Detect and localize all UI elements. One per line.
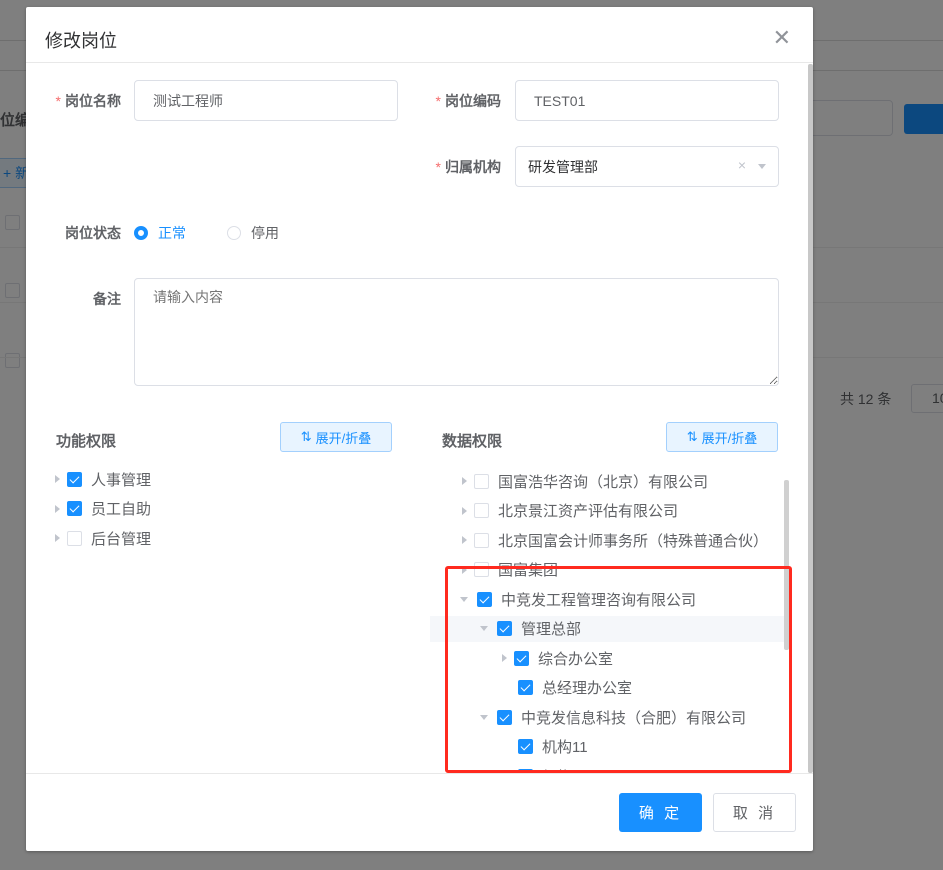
data-expand-button[interactable]: ⇅ 展开/折叠 <box>666 422 778 452</box>
node-label: 员工自助 <box>91 501 152 518</box>
sort-icon: ⇅ <box>686 429 698 444</box>
node-label: 北京景江资产评估有限公司 <box>498 503 679 520</box>
toggle-label: 展开/折叠 <box>315 430 372 446</box>
node-label: 国富浩华咨询（北京）有限公司 <box>498 473 709 491</box>
edit-post-dialog: 修改岗位 ✕ * 岗位名称 测试工程师 * 岗位编码 TEST01 * 归属机构 研发… <box>26 7 813 851</box>
checkbox[interactable] <box>67 471 82 487</box>
remark-textarea[interactable] <box>134 278 779 386</box>
status-label: 岗位状态 <box>65 225 121 241</box>
tree-node[interactable]: 北京国富会计师事务所（特殊普通合伙） <box>460 527 768 553</box>
checkbox[interactable] <box>474 503 489 518</box>
radio-icon <box>227 226 241 240</box>
caret-right-icon[interactable] <box>55 475 60 483</box>
checkbox[interactable] <box>474 473 489 489</box>
caret-right-icon[interactable] <box>462 536 467 544</box>
radio-label: 正常 <box>158 225 186 241</box>
remark-label: 备注 <box>93 291 121 307</box>
tree-node[interactable]: 员工自助 <box>53 496 151 522</box>
post-name-value: 测试工程师 <box>153 92 223 109</box>
caret-right-icon[interactable] <box>462 506 467 515</box>
org-label: 归属机构 <box>445 159 501 175</box>
confirm-button[interactable]: 确 定 <box>619 793 702 832</box>
clear-icon[interactable]: × <box>738 157 746 173</box>
dialog-scrollbar[interactable] <box>808 64 813 773</box>
cancel-button[interactable]: 取 消 <box>713 793 796 832</box>
tree-node[interactable]: 北京景江资产评估有限公司 <box>460 498 678 524</box>
tree-node[interactable]: 国富浩华咨询（北京）有限公司 <box>460 468 708 494</box>
status-radio-normal[interactable]: 正常 <box>134 223 186 243</box>
caret-right-icon[interactable] <box>462 477 467 485</box>
checkbox[interactable] <box>67 501 82 516</box>
status-radio-disabled[interactable]: 停用 <box>227 223 279 243</box>
node-label: 人事管理 <box>91 471 152 489</box>
caret-right-icon[interactable] <box>55 534 60 542</box>
org-value: 研发管理部 <box>528 158 598 175</box>
dialog-title: 修改岗位 <box>45 31 117 51</box>
post-name-label: 岗位名称 <box>65 93 121 109</box>
sort-icon: ⇅ <box>300 429 312 444</box>
caret-right-icon[interactable] <box>55 504 60 513</box>
node-label: 后台管理 <box>91 530 152 548</box>
radio-icon <box>134 226 148 240</box>
tree-node[interactable]: 人事管理 <box>53 466 151 492</box>
toggle-label: 展开/折叠 <box>701 430 758 446</box>
radio-label: 停用 <box>251 225 279 241</box>
func-perm-label: 功能权限 <box>56 433 117 450</box>
node-label: 北京国富会计师事务所（特殊普通合伙） <box>498 532 769 550</box>
caret-down-icon[interactable] <box>758 164 766 169</box>
close-icon[interactable]: ✕ <box>773 25 791 51</box>
checkbox[interactable] <box>474 532 489 548</box>
func-expand-button[interactable]: ⇅ 展开/折叠 <box>280 422 392 452</box>
post-code-value: TEST01 <box>534 92 586 109</box>
annotation-box <box>445 566 792 773</box>
tree-node[interactable]: 后台管理 <box>53 525 151 551</box>
post-code-label: 岗位编码 <box>445 93 501 109</box>
data-perm-label: 数据权限 <box>442 433 503 450</box>
post-code-input[interactable]: TEST01 <box>515 80 779 121</box>
post-name-input[interactable]: 测试工程师 <box>134 80 398 121</box>
checkbox[interactable] <box>67 530 82 546</box>
org-select[interactable]: 研发管理部 × <box>515 146 779 187</box>
